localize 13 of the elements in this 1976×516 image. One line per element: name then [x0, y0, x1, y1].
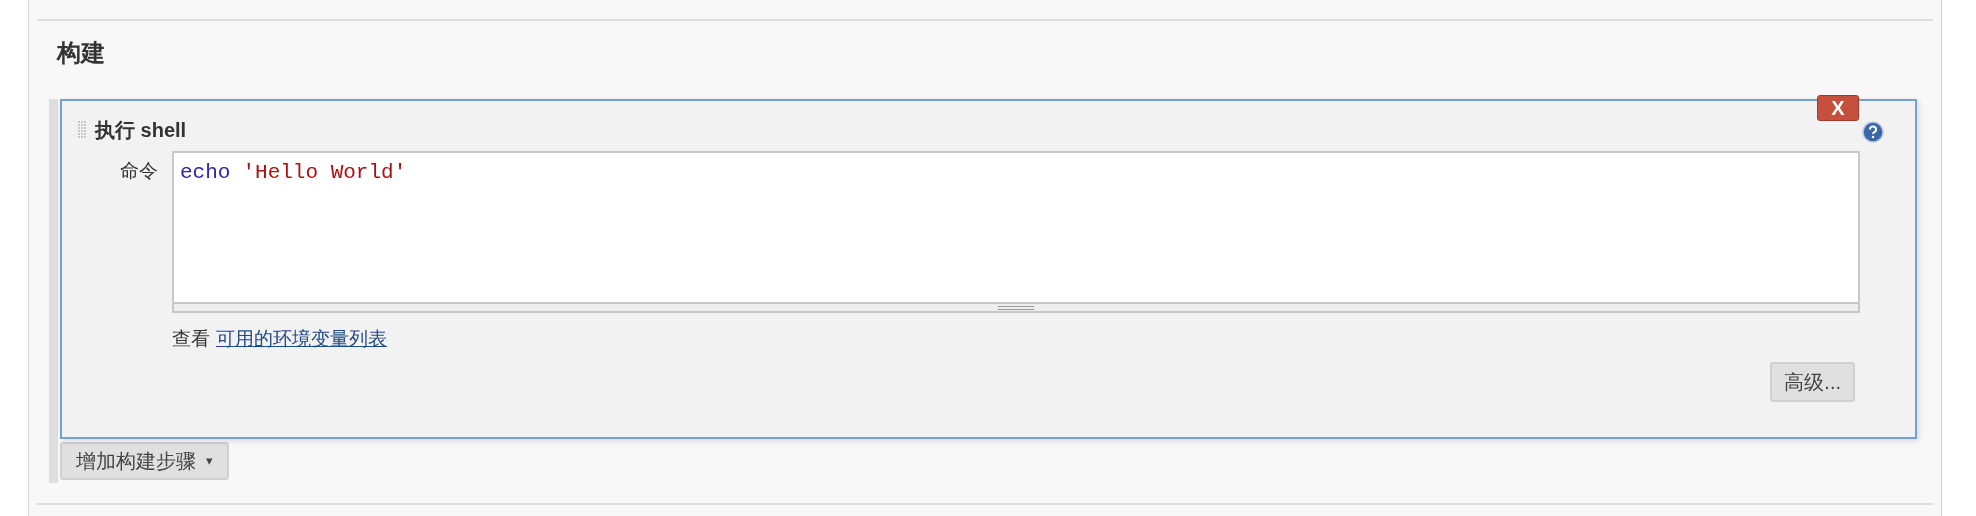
step-title: 执行 shell [95, 118, 187, 143]
resize-handle[interactable] [174, 302, 1858, 311]
command-field[interactable]: echo 'Hello World' [172, 151, 1860, 313]
caret-icon: ▾ [206, 451, 213, 471]
delete-button[interactable]: X [1817, 95, 1859, 121]
section-title: 构建 [57, 39, 105, 66]
help-icon[interactable] [1862, 121, 1884, 143]
drag-handle-icon[interactable] [78, 121, 87, 139]
field-label: 命令 [120, 160, 158, 181]
hint-text: 查看 [172, 327, 210, 351]
env-vars-link[interactable]: 可用的环境变量列表 [216, 325, 387, 354]
add-build-step-button[interactable]: 增加构建步骤 ▾ [60, 442, 229, 480]
advanced-button[interactable]: 高级... [1770, 361, 1855, 402]
